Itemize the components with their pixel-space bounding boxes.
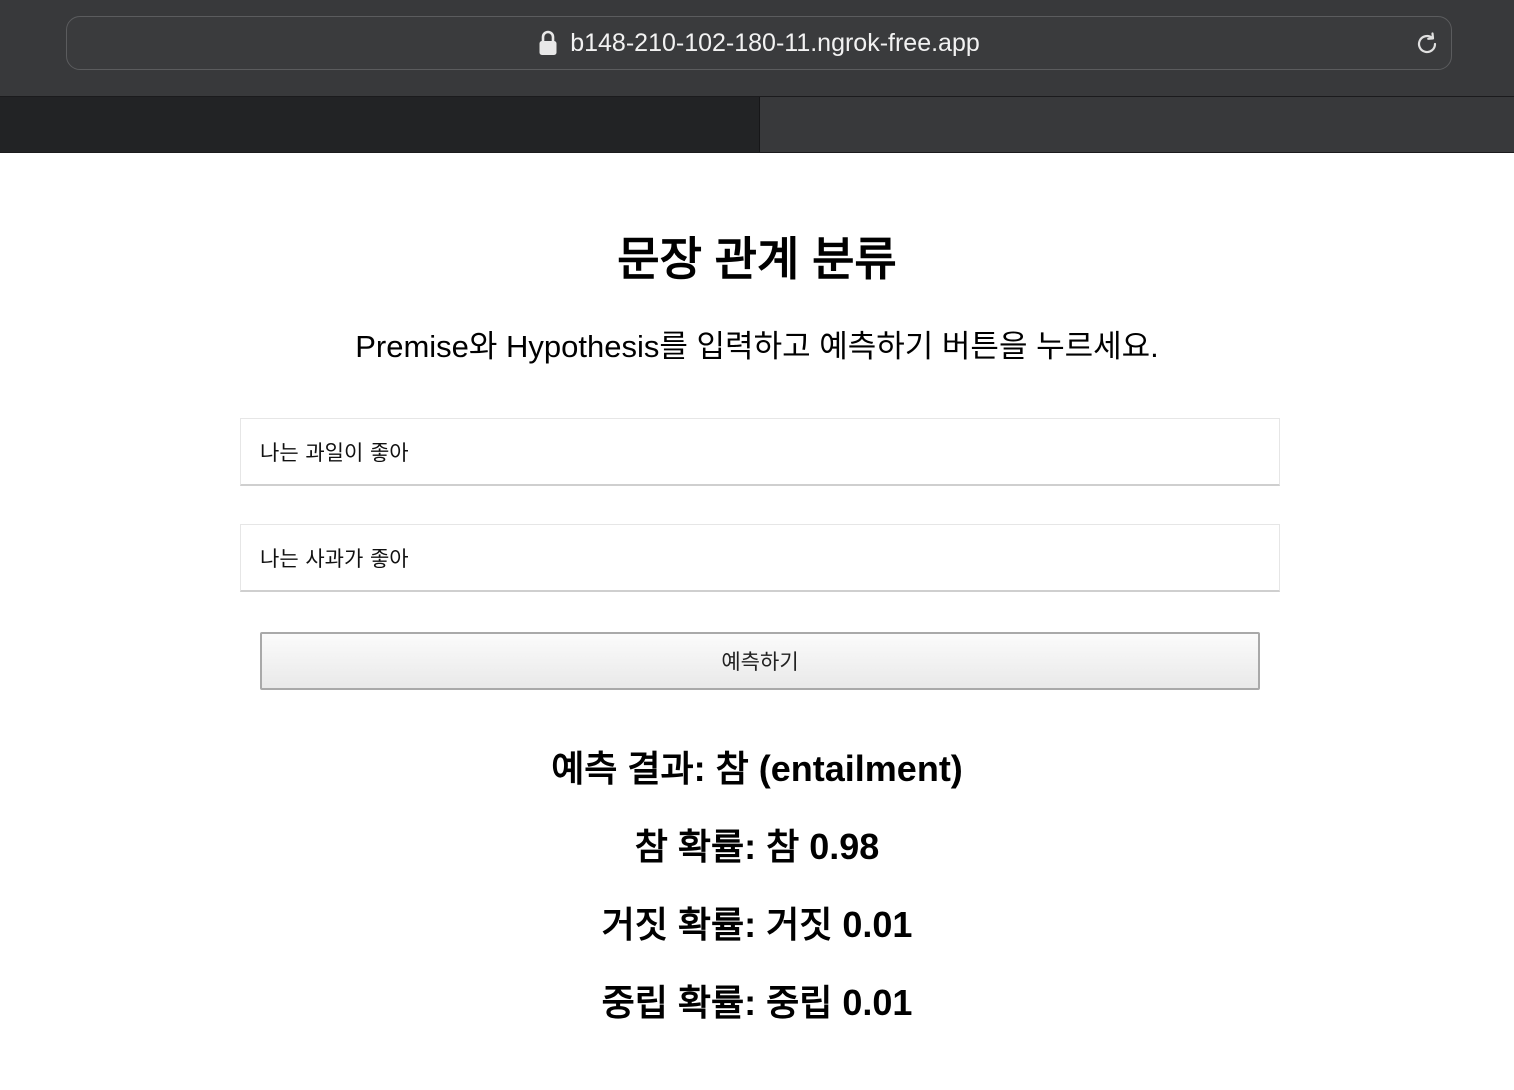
url-container: b148-210-102-180-11.ngrok-free.app xyxy=(67,17,1451,69)
page-subtitle: Premise와 Hypothesis를 입력하고 예측하기 버튼을 누르세요. xyxy=(355,329,1159,364)
predict-button[interactable]: 예측하기 xyxy=(260,632,1260,690)
hypothesis-input[interactable] xyxy=(240,524,1280,592)
browser-chrome: b148-210-102-180-11.ngrok-free.app xyxy=(0,0,1514,153)
premise-input[interactable] xyxy=(240,418,1280,486)
page-content: 문장 관계 분류 Premise와 Hypothesis를 입력하고 예측하기 … xyxy=(0,153,1514,1090)
entailment-probability: 참 확률: 참 0.98 xyxy=(634,826,880,867)
page-title: 문장 관계 분류 xyxy=(617,233,897,285)
address-bar[interactable]: b148-210-102-180-11.ngrok-free.app xyxy=(66,16,1452,70)
reload-icon[interactable] xyxy=(1413,30,1441,58)
contradiction-probability: 거짓 확률: 거짓 0.01 xyxy=(601,904,913,945)
url-text[interactable]: b148-210-102-180-11.ngrok-free.app xyxy=(570,29,980,58)
lock-icon xyxy=(539,30,557,55)
neutral-probability: 중립 확률: 중립 0.01 xyxy=(601,982,913,1023)
active-tab[interactable] xyxy=(0,97,760,153)
prediction-result: 예측 결과: 참 (entailment) xyxy=(551,748,963,789)
tab-strip xyxy=(0,96,1514,153)
